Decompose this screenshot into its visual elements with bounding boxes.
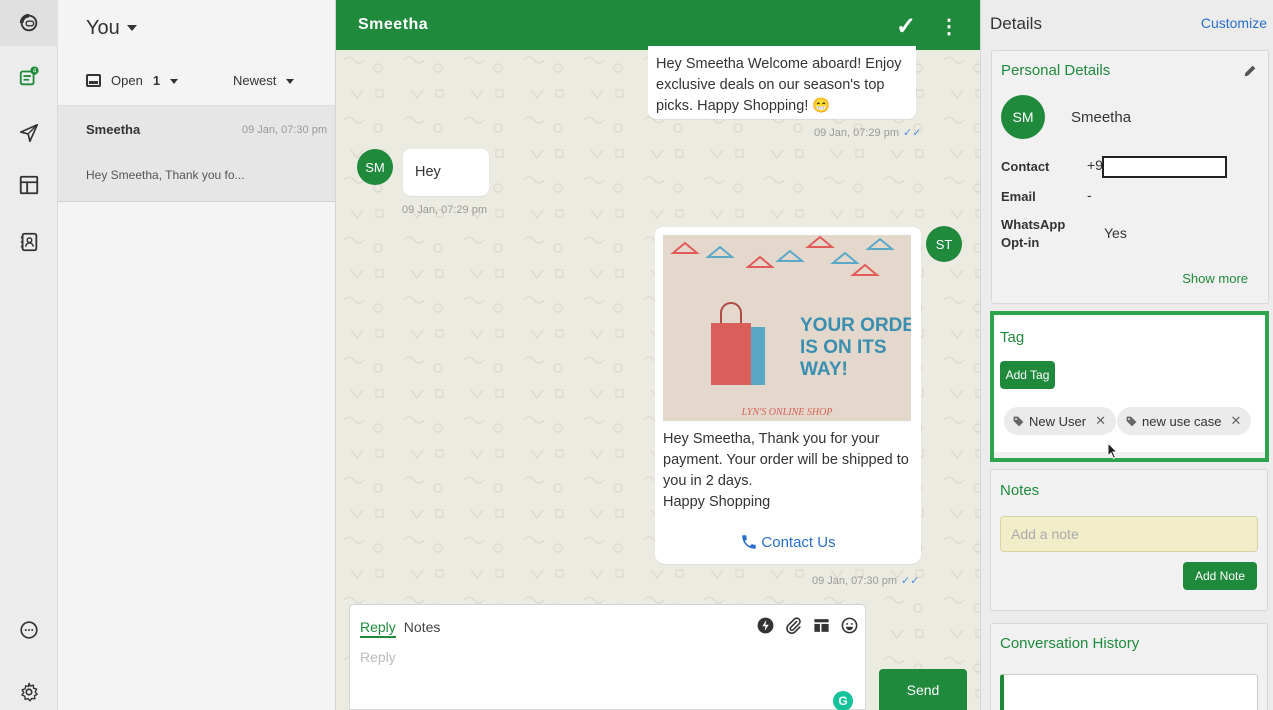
redaction-box <box>1102 156 1227 178</box>
contact-us-button[interactable]: Contact Us <box>655 520 921 564</box>
template-icon[interactable] <box>811 615 831 635</box>
remove-tag-icon[interactable]: ✕ <box>1095 413 1106 429</box>
chat-contact-name: Smeetha <box>358 16 429 33</box>
email-value: - <box>1087 187 1092 203</box>
nav-rail: 4 <box>0 0 58 710</box>
whatsapp-optin-value: Yes <box>1104 225 1127 241</box>
tag-chip: new use case ✕ <box>1117 407 1252 435</box>
chevron-down-icon <box>126 25 137 31</box>
card-divider <box>994 452 1265 458</box>
message-time-text: 09 Jan, 07:29 pm <box>814 127 900 139</box>
tag-chip-label: new use case <box>1142 413 1222 429</box>
status-filter-count: 1 <box>152 73 161 88</box>
composer-tabs: Reply Notes <box>360 619 440 638</box>
inbox-icon[interactable]: 4 <box>0 54 58 100</box>
tab-reply[interactable]: Reply <box>360 619 396 638</box>
send-button[interactable]: Send <box>879 669 967 710</box>
tag-chip-label: New User <box>1029 413 1087 429</box>
composer-tools <box>755 615 859 635</box>
message-time: 09 Jan, 07:30 pm ✓✓ <box>812 574 919 587</box>
order-image-title-1: YOUR ORDER <box>800 315 911 336</box>
details-title: Details <box>990 14 1042 33</box>
assignee-dropdown[interactable]: You <box>58 0 335 56</box>
chat-header: Smeetha ✓ ⋮ <box>336 0 980 50</box>
conversation-time: 09 Jan, 07:30 pm <box>241 124 327 136</box>
message-time: 09 Jan, 07:29 pm <box>402 204 488 216</box>
order-image: YOUR ORDER IS ON ITS WAY! LYN'S ONLINE S… <box>663 235 911 421</box>
avatar: ST <box>926 226 962 262</box>
conversation-preview: Hey Smeetha, Thank you fo... <box>86 168 245 182</box>
contact-label: Contact <box>1001 159 1050 174</box>
customize-link[interactable]: Customize <box>1201 15 1267 31</box>
order-image-title-3: WAY! <box>800 359 848 380</box>
contact-us-label: Contact Us <box>761 533 836 551</box>
edit-pencil-icon[interactable] <box>1242 63 1258 84</box>
message-time: 09 Jan, 07:29 pm ✓✓ <box>814 126 921 139</box>
inbox-tray-icon <box>86 74 101 87</box>
chevron-down-icon <box>286 79 295 85</box>
cursor-icon <box>1107 442 1119 460</box>
grammarly-icon[interactable]: G <box>833 691 853 710</box>
order-image-title-2: IS ON ITS <box>800 337 887 358</box>
chevron-down-icon <box>170 79 179 85</box>
phone-icon <box>742 535 757 549</box>
tag-icon <box>1013 416 1024 426</box>
message-bubble: Hey Smeetha Welcome aboard! Enjoy exclus… <box>648 46 916 119</box>
remove-tag-icon[interactable]: ✕ <box>1231 413 1242 429</box>
attachment-icon[interactable] <box>783 615 803 635</box>
message-time-text: 09 Jan, 07:30 pm <box>812 575 898 587</box>
personal-details-title: Personal Details <box>1001 62 1111 79</box>
tab-notes[interactable]: Notes <box>404 619 441 638</box>
personal-details-card: Personal Details SM Smeetha Contact +9 E… <box>991 50 1269 304</box>
whatsapp-optin-label: WhatsApp Opt-in <box>1001 217 1066 250</box>
conversation-list: You Open 1 Newest Smeetha 09 Jan, 07:30 p… <box>58 0 336 710</box>
message-bubble: YOUR ORDER IS ON ITS WAY! LYN'S ONLINE S… <box>655 227 921 520</box>
message-bubble: Hey <box>403 149 489 196</box>
show-more-link[interactable]: Show more <box>1182 271 1248 286</box>
avatar: SM <box>1001 95 1045 139</box>
tag-card: Tag Add Tag New User ✕ new use case ✕ <box>990 311 1269 462</box>
message-text: Hey <box>415 164 441 180</box>
emoji-icon[interactable] <box>839 615 859 635</box>
status-filter-label: Open <box>111 73 143 88</box>
message-text: Hey Smeetha Welcome aboard! Enjoy exclus… <box>656 56 902 114</box>
avatar: SM <box>357 149 393 185</box>
conversation-item[interactable]: Smeetha 09 Jan, 07:30 pm Hey Smeetha, Th… <box>58 106 335 202</box>
add-tag-button[interactable]: Add Tag <box>1000 361 1055 389</box>
quick-reply-icon[interactable] <box>755 615 775 635</box>
tag-title: Tag <box>1000 329 1025 346</box>
reply-composer: Reply Notes Reply G <box>349 604 866 710</box>
contacts-icon[interactable] <box>0 219 58 265</box>
sort-label: Newest <box>233 73 277 88</box>
contact-value: +9 <box>1087 157 1103 173</box>
chat-panel: Smeetha ✓ ⋮ Hey Smeetha Welcome aboard! … <box>336 0 980 710</box>
layout-icon[interactable] <box>0 162 58 208</box>
sort-dropdown[interactable]: Newest <box>233 73 295 88</box>
tag-icon <box>1126 416 1137 426</box>
more-options-icon[interactable]: ⋮ <box>939 14 960 39</box>
resolve-check-icon[interactable]: ✓ <box>896 12 917 41</box>
list-filters: Open 1 Newest <box>58 56 335 106</box>
chat-support-icon[interactable] <box>0 607 58 653</box>
email-label: Email <box>1001 189 1036 204</box>
reply-input[interactable]: Reply <box>360 649 396 665</box>
read-receipt-icon: ✓✓ <box>903 127 922 139</box>
tag-chip: New User ✕ <box>1004 407 1116 435</box>
logo-icon[interactable] <box>0 0 58 46</box>
send-icon[interactable] <box>0 110 58 156</box>
settings-icon[interactable] <box>0 669 58 710</box>
status-filter[interactable]: Open 1 <box>111 73 179 88</box>
contact-name: Smeetha <box>1071 109 1132 126</box>
message-text: Hey Smeetha, Thank you for your payment.… <box>663 429 911 513</box>
read-receipt-icon: ✓✓ <box>901 575 920 587</box>
assignee-label: You <box>86 16 120 39</box>
order-illustration: YOUR ORDER IS ON ITS WAY! LYN'S ONLINE S… <box>670 235 911 418</box>
order-image-caption: LYN'S ONLINE SHOP <box>741 407 833 418</box>
message-text-body: Hey Smeetha, Thank you for your payment.… <box>663 431 909 489</box>
message-text-closing: Happy Shopping <box>663 494 771 510</box>
